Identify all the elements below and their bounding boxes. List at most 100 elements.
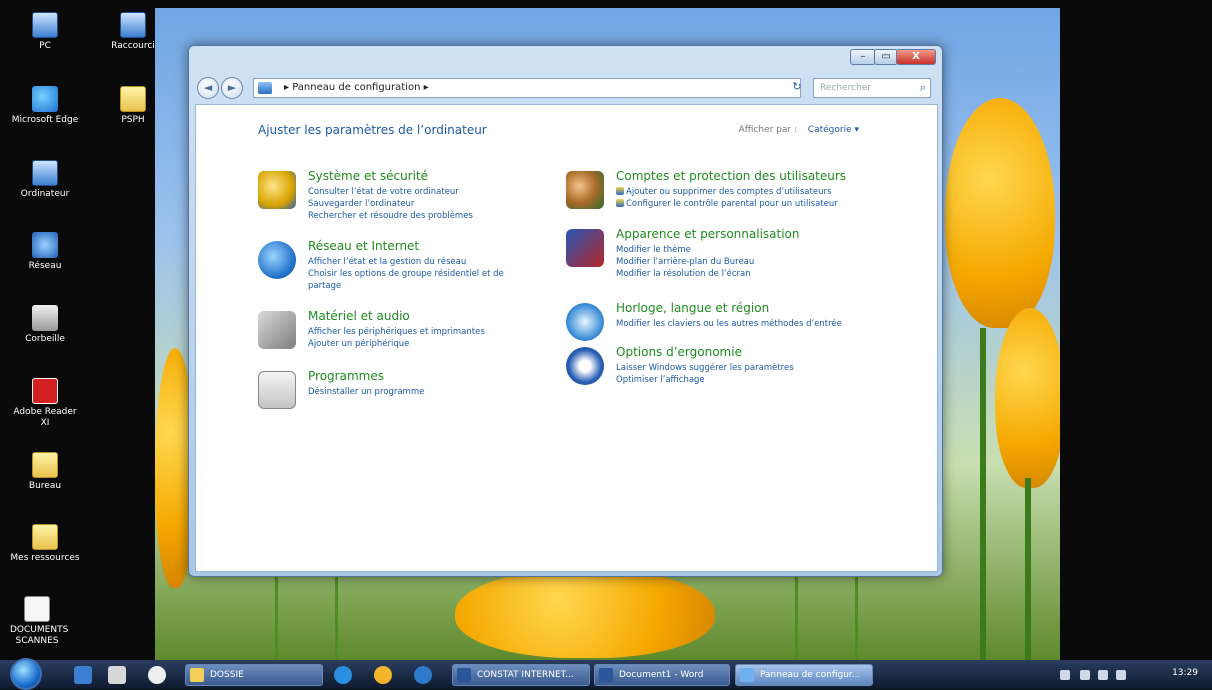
folder-icon bbox=[32, 524, 58, 550]
category-title[interactable]: Matériel et audio bbox=[308, 309, 410, 323]
taskbar: DOSSIE CONSTAT INTERNET... Document1 - W… bbox=[0, 658, 1212, 690]
ease-of-access-icon[interactable] bbox=[566, 347, 604, 385]
category-title[interactable]: Apparence et personnalisation bbox=[616, 227, 800, 241]
desktop-icon-corbeille[interactable]: Corbeille bbox=[10, 305, 80, 345]
category-ease-of-access: Options d’ergonomie Laisser Windows sugg… bbox=[566, 345, 866, 397]
desktop-icon-adobe-reader[interactable]: Adobe Reader XI bbox=[10, 378, 80, 429]
desktop-screen: PC Raccourci Microsoft Edge PSPH Ordinat… bbox=[0, 0, 1212, 690]
flag-icon[interactable] bbox=[1080, 670, 1090, 680]
view-by-dropdown[interactable]: Catégorie bbox=[808, 125, 859, 135]
ie-icon[interactable] bbox=[334, 666, 352, 684]
folder-icon bbox=[32, 452, 58, 478]
category-link[interactable]: Modifier la résolution de l’écran bbox=[616, 268, 751, 280]
category-title[interactable]: Réseau et Internet bbox=[308, 239, 419, 253]
folder-icon bbox=[190, 668, 204, 682]
category-link[interactable]: Désinstaller un programme bbox=[308, 386, 424, 398]
window-titlebar[interactable]: – ▭ X bbox=[189, 46, 942, 74]
user-accounts-icon[interactable] bbox=[566, 171, 604, 209]
category-appearance: Apparence et personnalisation Modifier l… bbox=[566, 227, 866, 291]
desktop-icon-edge[interactable]: Microsoft Edge bbox=[10, 86, 80, 126]
computer-icon bbox=[32, 160, 58, 186]
category-link[interactable]: Configurer le contrôle parental pour un … bbox=[616, 198, 838, 210]
desktop-icon-ordinateur[interactable]: Ordinateur bbox=[10, 160, 80, 200]
maximize-button[interactable]: ▭ bbox=[874, 49, 898, 65]
system-tray: 13:29 bbox=[1056, 666, 1206, 684]
grass-blade bbox=[335, 570, 338, 660]
desktop-icon-reseau[interactable]: Réseau bbox=[10, 232, 80, 272]
close-button[interactable]: X bbox=[896, 49, 936, 65]
search-icon[interactable]: ⌕ bbox=[920, 79, 926, 97]
show-hidden-icons-icon[interactable] bbox=[1060, 670, 1070, 680]
category-network-internet: Réseau et Internet Afficher l’état et la… bbox=[258, 239, 558, 303]
clock-globe-icon[interactable] bbox=[566, 303, 604, 341]
category-link[interactable]: Modifier l’arrière-plan du Bureau bbox=[616, 256, 754, 268]
category-title[interactable]: Programmes bbox=[308, 369, 384, 383]
forward-button[interactable]: ► bbox=[221, 77, 243, 99]
taskbar-button-constat[interactable]: CONSTAT INTERNET... bbox=[452, 664, 590, 686]
category-title[interactable]: Horloge, langue et région bbox=[616, 301, 769, 315]
desktop-icon-bureau[interactable]: Bureau bbox=[10, 452, 80, 492]
taskbar-button-document1[interactable]: Document1 - Word bbox=[594, 664, 730, 686]
address-separator: ▸ bbox=[284, 82, 290, 93]
control-panel-content: Ajuster les paramètres de l’ordinateur A… bbox=[195, 104, 938, 572]
control-panel-icon bbox=[740, 668, 754, 682]
show-desktop-icon[interactable] bbox=[74, 666, 92, 684]
refresh-button[interactable]: ↻ bbox=[787, 78, 807, 98]
category-link[interactable]: Afficher les périphériques et imprimante… bbox=[308, 326, 485, 338]
minimize-button[interactable]: – bbox=[850, 49, 876, 65]
category-link[interactable]: Consulter l’état de votre ordinateur bbox=[308, 186, 459, 198]
tulip-stem bbox=[1025, 478, 1031, 660]
start-button[interactable] bbox=[10, 658, 42, 690]
category-link[interactable]: Rechercher et résoudre des problèmes bbox=[308, 210, 473, 222]
taskbar-button-control-panel[interactable]: Panneau de configur... bbox=[735, 664, 873, 686]
edge-icon[interactable] bbox=[414, 666, 432, 684]
category-link[interactable]: Modifier le thème bbox=[616, 244, 691, 256]
network-icon[interactable] bbox=[1098, 670, 1108, 680]
category-link[interactable]: Choisir les options de groupe résidentie… bbox=[308, 268, 504, 280]
page-title: Ajuster les paramètres de l’ordinateur bbox=[258, 123, 487, 137]
desktop-icon-shortcut[interactable]: Raccourci bbox=[98, 12, 168, 52]
address-separator[interactable]: ▸ bbox=[424, 82, 429, 93]
volume-icon[interactable] bbox=[1116, 670, 1126, 680]
category-link[interactable]: Laisser Windows suggérer les paramètres bbox=[616, 362, 794, 374]
back-button[interactable]: ◄ bbox=[197, 77, 219, 99]
taskbar-button-folder[interactable]: DOSSIE bbox=[185, 664, 323, 686]
desktop-icon-mes-ressources[interactable]: Mes ressources bbox=[10, 524, 80, 564]
network-globe-icon[interactable] bbox=[258, 241, 296, 279]
media-icon[interactable] bbox=[148, 666, 166, 684]
uac-shield-icon bbox=[616, 199, 624, 207]
category-title[interactable]: Options d’ergonomie bbox=[616, 345, 742, 359]
word-icon bbox=[599, 668, 613, 682]
programs-icon[interactable] bbox=[258, 371, 296, 409]
uac-shield-icon bbox=[616, 187, 624, 195]
category-link[interactable]: partage bbox=[308, 280, 341, 292]
tulip-flower bbox=[455, 568, 715, 658]
word-icon bbox=[457, 668, 471, 682]
control-panel-window: – ▭ X ◄ ► ▸ Panneau de configuration ▸ ↻… bbox=[188, 45, 943, 577]
desktop-icon-psph[interactable]: PSPH bbox=[98, 86, 168, 126]
clock[interactable]: 13:29 bbox=[1172, 668, 1198, 678]
category-hardware-sound: Matériel et audio Afficher les périphéri… bbox=[258, 309, 558, 361]
search-input[interactable]: Rechercher ⌕ bbox=[813, 78, 931, 98]
category-link[interactable]: Sauvegarder l’ordinateur bbox=[308, 198, 414, 210]
category-title[interactable]: Comptes et protection des utilisateurs bbox=[616, 169, 846, 183]
breadcrumb-control-panel[interactable]: Panneau de configuration bbox=[292, 82, 420, 93]
desktop-icon-pc[interactable]: PC bbox=[10, 12, 80, 52]
category-title[interactable]: Système et sécurité bbox=[308, 169, 428, 183]
appearance-icon[interactable] bbox=[566, 229, 604, 267]
chrome-icon[interactable] bbox=[374, 666, 392, 684]
pdf-icon bbox=[32, 378, 58, 404]
category-link[interactable]: Ajouter ou supprimer des comptes d’utili… bbox=[616, 186, 831, 198]
speaker-icon[interactable] bbox=[258, 311, 296, 349]
address-bar[interactable]: ▸ Panneau de configuration ▸ bbox=[253, 78, 801, 98]
folder-icon bbox=[120, 86, 146, 112]
category-link[interactable]: Optimiser l’affichage bbox=[616, 374, 705, 386]
category-link[interactable]: Afficher l’état et la gestion du réseau bbox=[308, 256, 466, 268]
category-link[interactable]: Ajouter un périphérique bbox=[308, 338, 409, 350]
desktop-icon-documents-scannes[interactable]: DOCUMENTS SCANNES bbox=[10, 596, 68, 647]
navigation-bar: ◄ ► ▸ Panneau de configuration ▸ ↻ Reche… bbox=[197, 76, 935, 100]
explorer-icon[interactable] bbox=[108, 666, 126, 684]
security-shield-icon[interactable] bbox=[258, 171, 296, 209]
category-link[interactable]: Modifier les claviers ou les autres méth… bbox=[616, 318, 842, 330]
tulip-stem bbox=[980, 328, 986, 660]
